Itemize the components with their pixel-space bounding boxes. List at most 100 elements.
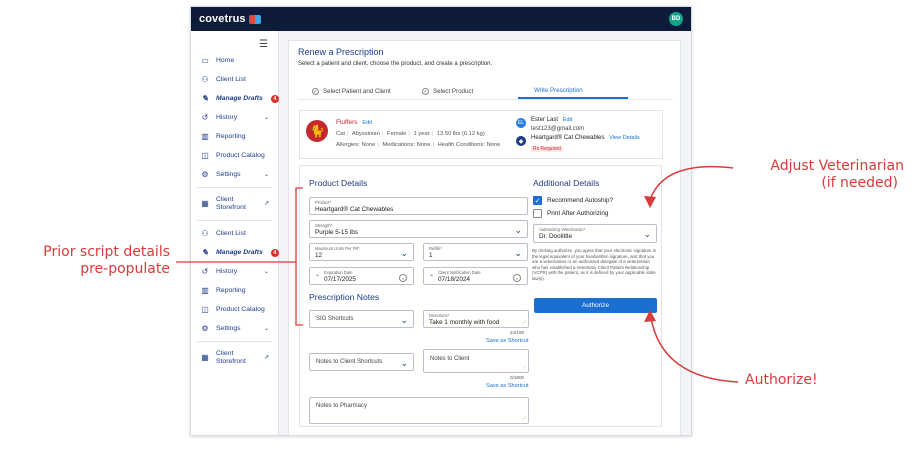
sidebar-item-product-catalog[interactable]: ◫ Product Catalog (191, 300, 279, 319)
client-notes-counter: 0/1800 (510, 375, 525, 380)
chevron-down-icon: ⌄ (514, 225, 522, 235)
product-field[interactable]: Product* Heartgard® Cat Chewables (309, 197, 528, 215)
hamburger-icon[interactable]: ☰ (259, 39, 268, 50)
expiration-date-field[interactable]: ⌃ Expiration Date 07/17/2025 × (309, 267, 414, 285)
prescription-form: Product Details Product* Heartgard® Cat … (299, 165, 662, 427)
sidebar-item-label: Settings (216, 325, 241, 332)
field-value: 07/18/2024 (438, 276, 470, 283)
sidebar-item-home[interactable]: ▭ Home (191, 51, 279, 70)
edit-owner-link[interactable]: Edit (563, 117, 573, 123)
sidebar: ☰ ▭ Home ⚇ Client List ✎ Manage Drafts 4… (191, 31, 279, 435)
sidebar-item-reporting[interactable]: ▥ Reporting (191, 281, 279, 300)
page-subtitle: Select a patient and client, choose the … (298, 61, 493, 67)
patient-name: Fluffers Edit (336, 119, 372, 126)
field-label: Product* (315, 200, 332, 205)
field-placeholder: Notes to Client (430, 356, 470, 362)
authorize-button[interactable]: Authorize (534, 298, 657, 313)
sidebar-item-label: History (216, 268, 238, 275)
authorizing-veterinarian-select[interactable]: Authorizing Veterinarian* Dr. Doolittle … (533, 224, 657, 243)
checkbox-checked-icon: ✓ (533, 196, 542, 205)
directions-field[interactable]: Directions* Take 1 monthly with food ⟋ (423, 310, 529, 328)
sidebar-item-client-storefront[interactable]: ▦ Client Storefront ↗ (191, 345, 279, 371)
sidebar-item-label: Settings (216, 171, 241, 178)
check-circle-icon: ✓ (312, 88, 319, 95)
main-content: Renew a Prescription Select a patient an… (288, 40, 681, 435)
sidebar-item-label: Client List (216, 230, 246, 237)
tab-select-patient[interactable]: ✓ Select Patient and Client (298, 84, 408, 99)
checkbox-label: Print After Authorizing (547, 210, 609, 217)
sidebar-item-history[interactable]: ↺ History ⌄ (191, 108, 279, 127)
product-icon: ◆ (516, 136, 526, 146)
field-value: Heartgard® Cat Chewables (315, 206, 394, 213)
resize-handle-icon[interactable]: ⟋ (522, 320, 526, 326)
tab-write-prescription[interactable]: Write Prescription (518, 84, 628, 99)
sidebar-item-label: Manage Drafts (216, 95, 263, 102)
recommend-autoship-checkbox[interactable]: ✓ Recommend Autoship? (533, 196, 613, 205)
sidebar-item-label: Manage Drafts (216, 249, 263, 256)
sidebar-item-label: Home (216, 57, 235, 64)
max-units-select[interactable]: Maximum Units Per Fill* 12 ⌄ (309, 243, 414, 261)
save-shortcut-link[interactable]: Save as Shortcut (486, 383, 529, 389)
edit-patient-link[interactable]: Edit (362, 120, 372, 126)
monitor-icon: ▭ (201, 56, 209, 65)
step-tabs: ✓ Select Patient and Client ✓ Select Pro… (298, 84, 673, 100)
chevron-down-icon: ⌄ (263, 326, 269, 332)
avatar[interactable]: BD (669, 12, 683, 26)
sidebar-item-client-list[interactable]: ⚇ Client List (191, 70, 279, 89)
sidebar-item-history[interactable]: ↺ History ⌄ (191, 262, 279, 281)
logo[interactable]: covetrus (199, 13, 261, 25)
notes-to-client-field[interactable]: Notes to Client ⟋ (423, 349, 529, 373)
chevron-down-icon: ⌄ (263, 115, 269, 121)
sidebar-item-label: Product Catalog (216, 306, 265, 313)
sidebar-item-manage-drafts[interactable]: ✎ Manage Drafts 4 (191, 89, 279, 108)
history-icon: ↺ (201, 267, 209, 276)
chevron-down-icon: ⌄ (263, 269, 269, 275)
book-icon: ◫ (201, 151, 209, 160)
field-value: Take 1 monthly with food (429, 319, 500, 326)
sidebar-item-settings[interactable]: ⚙ Settings ⌄ (191, 165, 279, 184)
field-placeholder: Notes to Client Shortcuts (316, 359, 383, 365)
chevron-down-icon: ⌄ (400, 358, 408, 368)
additional-details-heading: Additional Details (533, 178, 600, 188)
external-link-icon: ↗ (263, 201, 269, 207)
sidebar-item-client-list[interactable]: ⚇ Client List (191, 224, 279, 243)
owner-name: Ester Last Edit (531, 117, 572, 123)
view-details-link[interactable]: View Details (609, 135, 640, 141)
sig-shortcuts-select[interactable]: SIG Shortcuts ⌄ (309, 310, 414, 328)
sidebar-item-client-storefront[interactable]: ▦ Client Storefront ↗ (191, 191, 279, 217)
pencil-icon: ✎ (201, 94, 209, 103)
health-conditions: Health Conditions: None (437, 142, 501, 148)
field-label: Directions* (429, 313, 450, 318)
sidebar-item-manage-drafts[interactable]: ✎ Manage Drafts 4 (191, 243, 279, 262)
client-notes-shortcuts-select[interactable]: Notes to Client Shortcuts ⌄ (309, 353, 414, 371)
print-after-authorizing-checkbox[interactable]: Print After Authorizing (533, 209, 608, 218)
logo-text: covetrus (199, 13, 246, 25)
save-shortcut-link[interactable]: Save as Shortcut (486, 338, 529, 344)
notification-date-field[interactable]: ⌃ Client Notification Date 07/18/2024 × (423, 267, 528, 285)
strength-select[interactable]: Strength* Purple 5-15 lbs ⌄ (309, 220, 528, 238)
prescription-notes-heading: Prescription Notes (309, 292, 380, 302)
authorization-disclaimer: By clicking authorize, you agree that yo… (532, 248, 656, 281)
refills-select[interactable]: Refills* 1 ⌄ (423, 243, 528, 261)
resize-handle-icon[interactable]: ⟋ (522, 416, 526, 422)
field-value: Dr. Doolittle (539, 233, 573, 240)
sidebar-item-settings[interactable]: ⚙ Settings ⌄ (191, 319, 279, 338)
gear-icon: ⚙ (201, 324, 209, 333)
screenshot-root: covetrus BD ☰ ▭ Home ⚇ Client List ✎ Man… (0, 0, 912, 456)
pencil-icon: ✎ (201, 248, 209, 257)
chevron-down-icon: ⌄ (263, 172, 269, 178)
field-label: Client Notification Date (438, 270, 481, 275)
annotation-line: Prior script details (43, 244, 170, 260)
divider (197, 187, 273, 188)
sidebar-item-reporting[interactable]: ▥ Reporting (191, 127, 279, 146)
drafts-count-badge: 4 (270, 248, 279, 257)
sex: Female (387, 131, 407, 137)
divider: | (377, 142, 379, 148)
clear-icon[interactable]: × (513, 274, 521, 282)
tab-select-product[interactable]: ✓ Select Product (408, 84, 518, 99)
divider: | (431, 131, 434, 137)
resize-handle-icon[interactable]: ⟋ (522, 365, 526, 371)
clear-icon[interactable]: × (399, 274, 407, 282)
sidebar-item-product-catalog[interactable]: ◫ Product Catalog (191, 146, 279, 165)
notes-to-pharmacy-field[interactable]: Notes to Pharmacy ⟋ (309, 397, 529, 424)
